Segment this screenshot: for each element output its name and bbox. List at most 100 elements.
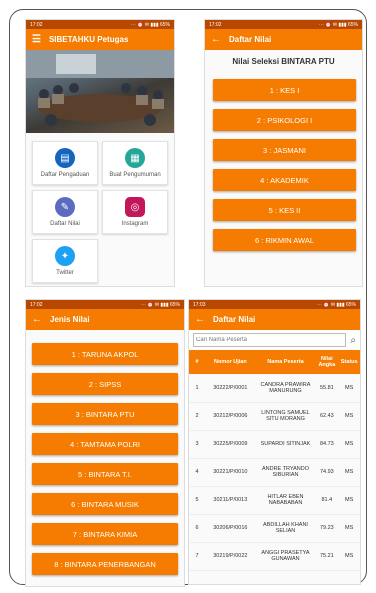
test-button-jasmani[interactable]: 3 : JASMANI: [213, 139, 356, 161]
phone-home: 17:02 ⋯ ⏰ ✉ ▮▮▮ 65% ☰ SIBETAHKU Petugas …: [26, 20, 174, 286]
cell-nama: ANDRE TRYANDO SIBURIAN: [255, 458, 316, 487]
table-row[interactable]: 7 30219/P/0022 ANGGI PRASETYA GUNAWAN 75…: [189, 542, 360, 571]
cell-nomor-ujian: 30206/P/0016: [205, 514, 256, 543]
tile-daftar-pengaduan[interactable]: ▤ Daftar Pengaduan: [32, 141, 98, 185]
cell-status: MS: [338, 514, 360, 543]
status-time: 17:02: [30, 301, 43, 308]
app-bar: ☰ SIBETAHKU Petugas: [26, 29, 174, 50]
status-icons: ⋯ ⏰ ✉ ▮▮▮ 65%: [140, 301, 180, 308]
tile-label: Daftar Pengaduan: [40, 172, 90, 178]
app-bar: ← Daftar Nilai: [189, 309, 360, 330]
tile-label: Buat Pengumuman: [109, 172, 161, 178]
cell-nilai: 55.81: [315, 374, 339, 403]
status-bar: 17:02 ⋯ ⏰ ✉ ▮▮▮ 65%: [26, 20, 174, 29]
back-arrow-icon[interactable]: ←: [32, 314, 42, 325]
type-button-bintara-kimia[interactable]: 7 : BINTARA KIMIA: [32, 523, 178, 545]
cell-status: MS: [338, 458, 360, 487]
search-icon[interactable]: ⌕: [350, 335, 356, 346]
cell-nomor-ujian: 30212/P/0006: [205, 402, 256, 431]
cell-no: 2: [189, 402, 206, 431]
app-title: SIBETAHKU Petugas: [48, 35, 129, 44]
header-nama-peserta: Nama Peserta: [255, 350, 316, 374]
test-button-kes-1[interactable]: 1 : KES I: [213, 79, 356, 101]
type-button-bintara-penerbangan[interactable]: 8 : BINTARA PENERBANGAN: [32, 553, 178, 575]
table-header-row: # Nomor Ujian Nama Peserta Nilai Angka S…: [189, 350, 360, 374]
type-button-sipss[interactable]: 2 : SIPSS: [32, 373, 178, 395]
header-no: #: [189, 350, 206, 374]
app-bar: ← Jenis Nilai: [26, 309, 184, 330]
test-button-rikmin-awal[interactable]: 6 : RIKMIN AWAL: [213, 229, 356, 251]
table-row[interactable]: 6 30206/P/0016 ABDILLAH KHANI SELIAN 79.…: [189, 514, 360, 543]
header-nomor-ujian: Nomor Ujian: [205, 350, 256, 374]
cell-status: MS: [338, 542, 360, 571]
phone-daftar-nilai-ptu: 17:02 ⋯ ⏰ ✉ ▮▮▮ 65% ← Daftar Nilai Nilai…: [205, 20, 362, 286]
type-button-taruna-akpol[interactable]: 1 : TARUNA AKPOL: [32, 343, 178, 365]
status-bar: 17:02 ⋯ ⏰ ✉ ▮▮▮ 65%: [205, 20, 362, 29]
grades-icon: ✎: [55, 197, 75, 217]
twitter-icon: ✦: [55, 246, 75, 266]
photo-illustration: [26, 50, 174, 126]
menu-icon[interactable]: ☰: [32, 34, 41, 45]
tile-buat-pengumuman[interactable]: ▦ Buat Pengumuman: [102, 141, 168, 185]
type-button-bintara-ti[interactable]: 5 : BINTARA T.I.: [32, 463, 178, 485]
cell-no: 6: [189, 514, 206, 543]
tile-daftar-nilai[interactable]: ✎ Daftar Nilai: [32, 190, 98, 234]
cell-nomor-ujian: 30225/P/0009: [205, 430, 256, 459]
header-status: Status: [338, 350, 360, 374]
cell-status: MS: [338, 374, 360, 403]
cell-nomor-ujian: 30222/P/0001: [205, 374, 256, 403]
cell-nomor-ujian: 30219/P/0022: [205, 542, 256, 571]
announcement-icon: ▦: [125, 148, 145, 168]
status-bar: 17:02 ⋯ ⏰ ✉ ▮▮▮ 65%: [26, 300, 184, 309]
type-button-bintara-musik[interactable]: 6 : BINTARA MUSIK: [32, 493, 178, 515]
cell-nilai: 79.23: [315, 514, 339, 543]
status-icons: ⋯ ⏰ ✉ ▮▮▮ 65%: [318, 21, 358, 28]
cell-no: 7: [189, 542, 206, 571]
page-heading: Nilai Seleksi BINTARA PTU: [232, 57, 335, 66]
table-row[interactable]: 5 30211/P/0013 HITLAR EBEN NABABABAN 81.…: [189, 486, 360, 515]
table-row[interactable]: 2 30212/P/0006 LINTONG SAMUEL SITU MORAN…: [189, 402, 360, 431]
phone-jenis-nilai: 17:02 ⋯ ⏰ ✉ ▮▮▮ 65% ← Jenis Nilai 1 : TA…: [26, 300, 184, 586]
header-nilai-angka: Nilai Angka: [315, 350, 339, 374]
cell-no: 5: [189, 486, 206, 515]
cell-nama: ABDILLAH KHANI SELIAN: [255, 514, 316, 543]
cell-nama: CANDRA PRAWIRA MANURUNG: [255, 374, 316, 403]
phone-daftar-nilai-table: 17:03 ⋯ ⏰ ✉ ▮▮▮ 65% ← Daftar Nilai ⌕ # N…: [189, 300, 360, 584]
type-button-tamtama-polri[interactable]: 4 : TAMTAMA POLRI: [32, 433, 178, 455]
tile-twitter[interactable]: ✦ Twitter: [32, 239, 98, 283]
tile-label: Twitter: [56, 270, 74, 276]
type-button-bintara-ptu[interactable]: 3 : BINTARA PTU: [32, 403, 178, 425]
table-row[interactable]: 1 30222/P/0001 CANDRA PRAWIRA MANURUNG 5…: [189, 374, 360, 403]
tile-instagram[interactable]: ◎ Instagram: [102, 190, 168, 234]
search-input[interactable]: [193, 333, 347, 347]
search-bar: ⌕: [189, 330, 360, 350]
cell-nilai: 74.93: [315, 458, 339, 487]
cell-nomor-ujian: 30221/P/0010: [205, 458, 256, 487]
cell-nama: LINTONG SAMUEL SITU MORANG: [255, 402, 316, 431]
status-time: 17:02: [30, 21, 43, 28]
status-bar: 17:03 ⋯ ⏰ ✉ ▮▮▮ 65%: [189, 300, 360, 309]
table-row[interactable]: 3 30225/P/0009 SUPARDI SITINJAK 84.73 MS: [189, 430, 360, 459]
cell-nilai: 81.4: [315, 486, 339, 515]
cell-nama: HITLAR EBEN NABABABAN: [255, 486, 316, 515]
tile-label: Daftar Nilai: [50, 221, 80, 227]
test-button-akademik[interactable]: 4 : AKADEMIK: [213, 169, 356, 191]
status-icons: ⋯ ⏰ ✉ ▮▮▮ 65%: [130, 21, 170, 28]
table-row[interactable]: 4 30221/P/0010 ANDRE TRYANDO SIBURIAN 74…: [189, 458, 360, 487]
cell-status: MS: [338, 486, 360, 515]
app-bar: ← Daftar Nilai: [205, 29, 362, 50]
complaint-icon: ▤: [55, 148, 75, 168]
test-button-psikologi-1[interactable]: 2 : PSIKOLOGI I: [213, 109, 356, 131]
back-arrow-icon[interactable]: ←: [195, 314, 205, 325]
back-arrow-icon[interactable]: ←: [211, 34, 221, 45]
status-time: 17:03: [193, 301, 206, 308]
cell-status: MS: [338, 402, 360, 431]
cell-status: MS: [338, 430, 360, 459]
app-title: Daftar Nilai: [213, 315, 256, 324]
app-title: Daftar Nilai: [229, 35, 272, 44]
meeting-photo: [26, 50, 174, 133]
test-button-kes-2[interactable]: 5 : KES II: [213, 199, 356, 221]
cell-no: 3: [189, 430, 206, 459]
tile-label: Instagram: [121, 221, 149, 227]
status-icons: ⋯ ⏰ ✉ ▮▮▮ 65%: [316, 301, 356, 308]
